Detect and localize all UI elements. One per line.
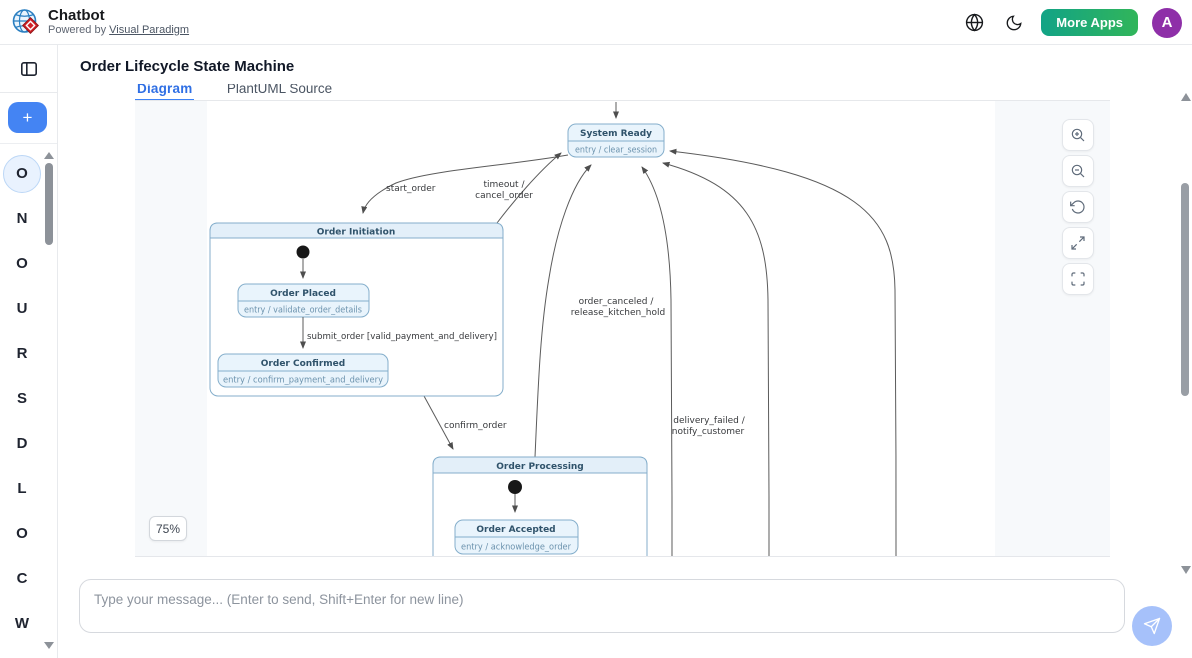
expand-icon — [1070, 235, 1086, 251]
fullscreen-icon — [1070, 271, 1086, 287]
avatar[interactable]: A — [1152, 8, 1182, 38]
svg-text:cancel_order: cancel_order — [475, 191, 533, 201]
page-title: Order Lifecycle State Machine — [80, 58, 294, 75]
message-composer — [79, 579, 1125, 633]
moon-icon[interactable] — [1001, 10, 1027, 36]
svg-text:System Ready: System Ready — [580, 129, 652, 139]
zoom-in-icon — [1070, 127, 1086, 143]
more-apps-button[interactable]: More Apps — [1041, 9, 1138, 36]
diagram-toolbar — [1062, 119, 1094, 299]
state-order-processing: Order Processing Order Accepted entry / … — [433, 457, 647, 557]
zoom-level-badge: 75% — [149, 516, 187, 541]
reset-view-icon — [1070, 199, 1086, 215]
fullscreen-button[interactable] — [1062, 263, 1094, 295]
tab-bar: Diagram PlantUML Source — [135, 84, 1110, 101]
svg-text:timeout /: timeout / — [484, 180, 526, 190]
send-icon — [1143, 617, 1161, 635]
svg-text:submit_order [valid_payment_an: submit_order [valid_payment_and_delivery… — [307, 332, 497, 342]
initial-state-dot — [508, 480, 522, 494]
zoom-out-icon — [1070, 163, 1086, 179]
visual-paradigm-logo-icon — [11, 7, 41, 37]
svg-text:entry / clear_session: entry / clear_session — [575, 145, 657, 155]
message-input[interactable] — [94, 592, 1104, 626]
sidebar-divider — [0, 143, 57, 144]
state-order-initiation: Order Initiation Order Placed entry / va… — [210, 223, 503, 396]
conversation-list: O N O U R S D L O C W — [0, 151, 44, 646]
sidebar-scroll-up-icon[interactable] — [44, 152, 54, 159]
zoom-out-button[interactable] — [1062, 155, 1094, 187]
svg-text:entry / acknowledge_order: entry / acknowledge_order — [461, 542, 572, 552]
diagram-viewport[interactable]: System Ready entry / clear_session Order… — [135, 101, 1110, 557]
sidebar-scrollbar-thumb[interactable] — [45, 163, 53, 245]
svg-text:Order Processing: Order Processing — [496, 462, 584, 472]
sidebar-item[interactable]: U — [0, 286, 44, 331]
tab-plantuml-source[interactable]: PlantUML Source — [225, 84, 334, 101]
zoom-in-button[interactable] — [1062, 119, 1094, 151]
left-sidebar: + O N O U R S D L O C W — [0, 45, 58, 658]
visual-paradigm-link[interactable]: Visual Paradigm — [109, 24, 189, 36]
panel-toggle-icon[interactable] — [14, 54, 44, 84]
sidebar-item[interactable]: C — [0, 556, 44, 601]
initial-state-dot — [297, 246, 310, 259]
svg-text:order_canceled /: order_canceled / — [579, 297, 655, 307]
page-scrollbar-thumb[interactable] — [1181, 183, 1189, 396]
page-scrollbar[interactable] — [1179, 90, 1192, 577]
scroll-down-icon[interactable] — [1181, 566, 1191, 574]
diagram-canvas[interactable]: System Ready entry / clear_session Order… — [135, 101, 1110, 557]
sidebar-item[interactable]: W — [0, 601, 44, 646]
svg-text:delivery_failed /: delivery_failed / — [673, 416, 745, 426]
app-title: Chatbot — [48, 7, 105, 24]
sidebar-item[interactable]: L — [0, 466, 44, 511]
globe-icon[interactable] — [961, 10, 987, 36]
scroll-up-icon[interactable] — [1181, 93, 1191, 101]
svg-text:notify_customer: notify_customer — [672, 427, 745, 437]
sidebar-scroll-down-icon[interactable] — [44, 642, 54, 649]
state-system-ready: System Ready entry / clear_session — [568, 124, 664, 157]
sidebar-item[interactable]: R — [0, 331, 44, 376]
svg-text:confirm_order: confirm_order — [444, 421, 507, 431]
svg-text:Order Initiation: Order Initiation — [317, 228, 396, 238]
sidebar-item[interactable]: O — [0, 511, 44, 556]
svg-text:Order Confirmed: Order Confirmed — [261, 359, 345, 369]
send-button[interactable] — [1132, 606, 1172, 646]
powered-by: Powered by Visual Paradigm — [48, 24, 189, 36]
expand-button[interactable] — [1062, 227, 1094, 259]
sidebar-item[interactable]: O — [0, 241, 44, 286]
app-header: Chatbot Powered by Visual Paradigm More … — [0, 0, 1192, 45]
svg-text:Order Placed: Order Placed — [270, 289, 336, 299]
tab-diagram[interactable]: Diagram — [135, 84, 194, 101]
sidebar-item-active[interactable]: O — [0, 151, 44, 196]
svg-text:start_order: start_order — [386, 184, 436, 194]
svg-text:entry / confirm_payment_and_de: entry / confirm_payment_and_delivery — [223, 375, 383, 385]
sidebar-item[interactable]: D — [0, 421, 44, 466]
svg-text:Order Accepted: Order Accepted — [476, 525, 555, 535]
add-chat-button[interactable]: + — [8, 102, 47, 133]
sidebar-item[interactable]: S — [0, 376, 44, 421]
svg-text:entry / validate_order_details: entry / validate_order_details — [244, 305, 362, 315]
sidebar-item[interactable]: N — [0, 196, 44, 241]
svg-text:release_kitchen_hold: release_kitchen_hold — [571, 308, 665, 318]
reset-view-button[interactable] — [1062, 191, 1094, 223]
